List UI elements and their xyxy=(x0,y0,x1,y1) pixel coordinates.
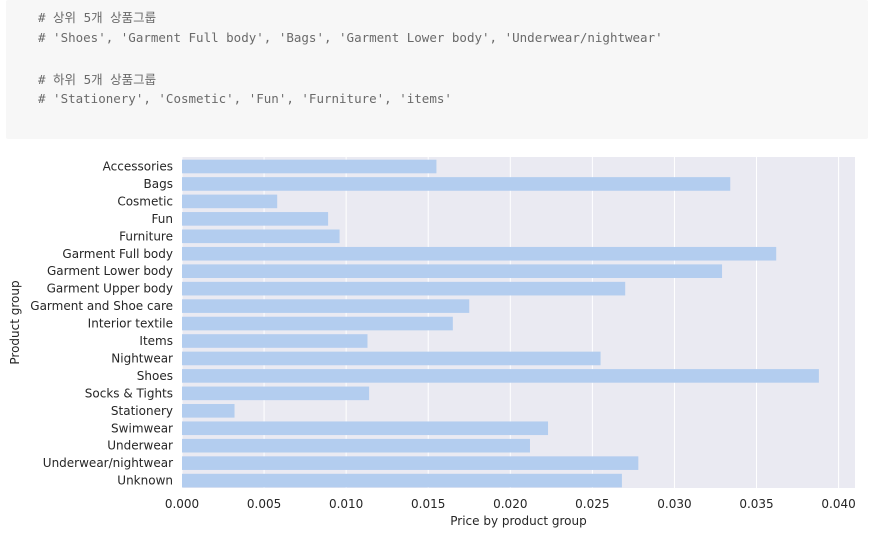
bar xyxy=(182,246,777,261)
bar xyxy=(182,386,370,401)
y-tick-label: Furniture xyxy=(119,229,173,243)
y-tick-label: Shoes xyxy=(137,369,173,383)
bar xyxy=(182,194,278,209)
y-tick-label: Fun xyxy=(152,212,173,226)
x-tick-label: 0.000 xyxy=(165,497,199,511)
y-tick-label: Cosmetic xyxy=(117,194,173,208)
y-tick-label: Garment Upper body xyxy=(47,282,173,296)
bar xyxy=(182,281,626,296)
bar xyxy=(182,473,622,488)
x-tick-label: 0.040 xyxy=(821,497,855,511)
x-tick-label: 0.030 xyxy=(657,497,691,511)
x-axis-label: Price by product group xyxy=(450,514,586,528)
y-tick-label: Bags xyxy=(144,177,173,191)
bar xyxy=(182,456,639,470)
code-comment-line: # 'Stationery', 'Cosmetic', 'Fun', 'Furn… xyxy=(38,91,452,106)
bar xyxy=(182,264,723,279)
bar xyxy=(182,403,235,418)
y-tick-label: Garment Full body xyxy=(62,247,173,261)
x-tick-label: 0.015 xyxy=(411,497,445,511)
y-tick-labels: Accessories Bags Cosmetic Fun Furniture Garme… xyxy=(30,160,173,488)
y-tick-label: Swimwear xyxy=(111,421,173,435)
y-tick-label: Nightwear xyxy=(111,351,173,365)
y-tick-label: Items xyxy=(139,334,173,348)
bar xyxy=(182,299,470,313)
y-tick-label: Stationery xyxy=(111,404,173,418)
y-tick-label: Garment and Shoe care xyxy=(30,299,173,313)
code-cell[interactable]: # 상위 5개 상품그룹 # 'Shoes', 'Garment Full bo… xyxy=(6,0,868,139)
y-axis-label: Product group xyxy=(8,280,22,364)
x-tick-label: 0.025 xyxy=(575,497,609,511)
bar xyxy=(182,316,453,331)
x-tick-label: 0.020 xyxy=(493,497,527,511)
bar xyxy=(182,177,731,191)
code-comment-line: # 'Shoes', 'Garment Full body', 'Bags', … xyxy=(38,30,663,45)
y-tick-label: Underwear/nightwear xyxy=(43,456,173,470)
x-tick-labels: 0.000 0.005 0.010 0.015 0.020 0.025 0.030 0.035… xyxy=(165,497,856,511)
code-comment-line: # 하위 5개 상품그룹 xyxy=(38,72,157,87)
y-tick-label: Socks & Tights xyxy=(85,386,173,400)
bar xyxy=(182,421,549,436)
bar xyxy=(182,351,601,366)
bar xyxy=(182,334,368,348)
y-tick-label: Unknown xyxy=(117,474,173,488)
x-tick-label: 0.005 xyxy=(247,497,281,511)
x-tick-label: 0.035 xyxy=(739,497,773,511)
bar xyxy=(182,438,530,453)
bar xyxy=(182,212,329,226)
y-tick-label: Accessories xyxy=(103,160,173,174)
y-tick-label: Garment Lower body xyxy=(47,264,173,278)
y-tick-label: Underwear xyxy=(107,439,173,453)
code-comment-line: # 상위 5개 상품그룹 xyxy=(38,10,157,25)
bar-chart: Accessories Bags Cosmetic Fun Furniture Garme… xyxy=(8,157,856,528)
x-tick-label: 0.010 xyxy=(329,497,363,511)
y-tick-label: Interior textile xyxy=(88,317,173,331)
bar xyxy=(182,229,340,244)
bar xyxy=(182,159,437,174)
bar xyxy=(182,369,819,383)
